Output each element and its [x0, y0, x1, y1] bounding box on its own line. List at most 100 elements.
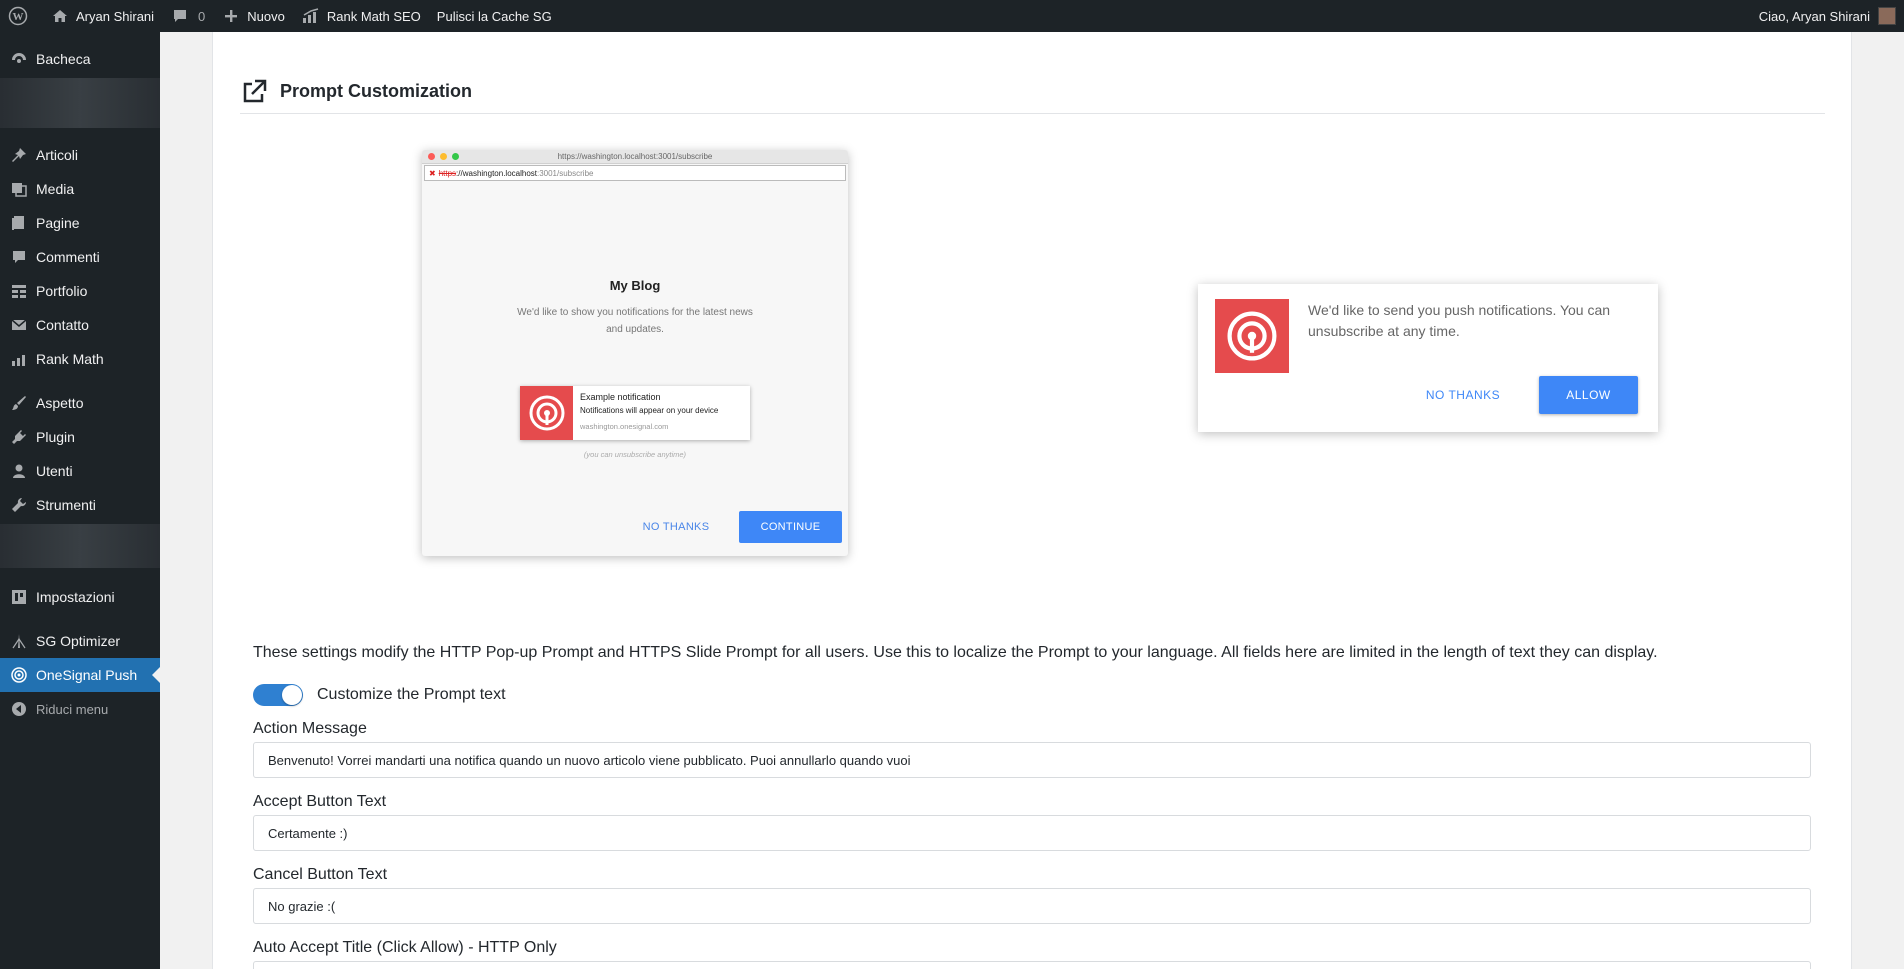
sidebar-item-sg-optimizer[interactable]: SG Optimizer [0, 624, 160, 658]
onesignal-logo-icon [1215, 299, 1289, 373]
notification-title: Example notification [580, 392, 661, 402]
dashboard-icon [9, 49, 29, 69]
comments-count: 0 [198, 8, 206, 24]
sidebar-item-rank-math[interactable]: Rank Math [0, 342, 160, 376]
preview-no-thanks-button: NO THANKS [642, 521, 710, 533]
url-path: :3001/subscribe [536, 168, 594, 178]
sidebar-item-label: SG Optimizer [36, 633, 121, 649]
sidebar-item-aspetto[interactable]: Aspetto [0, 386, 160, 420]
toggle-label: Customize the Prompt text [317, 686, 506, 703]
sidebar-item-contatto[interactable]: Contatto [0, 308, 160, 342]
sidebar-item-label: Commenti [36, 249, 100, 265]
prompt-site-heading: My Blog [609, 278, 661, 293]
comment-bubble-icon [170, 6, 190, 26]
sidebar-item-onesignal-push[interactable]: OneSignal Push [0, 658, 160, 692]
https-slide-prompt-preview: We'd like to send you push notifications… [1198, 284, 1658, 432]
section-header: Prompt Customization [240, 70, 1825, 114]
sidebar-item-label: Impostazioni [36, 589, 115, 605]
wordpress-logo-button[interactable]: W [0, 0, 42, 32]
sidebar-item-label: OneSignal Push [36, 667, 138, 683]
sidebar-item-label: Aspetto [36, 395, 84, 411]
sidebar-item-label: Rank Math [36, 351, 104, 367]
greeting: Ciao, Aryan Shirani [1758, 8, 1870, 24]
rank-math-icon [301, 6, 321, 26]
plus-icon [221, 6, 241, 26]
purge-cache-label: Pulisci la Cache SG [436, 8, 552, 24]
sidebar-item-impostazioni[interactable]: Impostazioni [0, 580, 160, 614]
url-host: ://washington.localhost [456, 168, 537, 178]
sidebar-item-pagine[interactable]: Pagine [0, 206, 160, 240]
mail-icon [9, 315, 29, 335]
action-message-label: Action Message [253, 720, 367, 737]
media-icon [9, 179, 29, 199]
url-scheme: https [438, 168, 457, 178]
prompt-description: We'd like to show you notifications for … [517, 307, 753, 335]
new-label: Nuovo [247, 8, 285, 24]
sidebar-item-plugin[interactable]: Plugin [0, 420, 160, 454]
sidebar-item-label: Riduci menu [36, 701, 109, 717]
auto-accept-title-input[interactable] [253, 961, 1811, 969]
sidebar-item-utenti[interactable]: Utenti [0, 454, 160, 488]
settings-panel: Prompt Customization https://washington.… [212, 32, 1852, 969]
sidebar-item-label: Utenti [36, 463, 73, 479]
sidebar-item-strumenti[interactable]: Strumenti [0, 488, 160, 522]
slide-prompt-message: We'd like to send you push notifications… [1308, 302, 1611, 339]
notification-site: washington.onesignal.com [580, 422, 669, 431]
sidebar-item-commenti[interactable]: Commenti [0, 240, 160, 274]
collapse-menu-button[interactable]: Riduci menu [0, 692, 160, 726]
accept-button-text-input[interactable] [253, 815, 1811, 851]
accept-button-text-label: Accept Button Text [253, 793, 387, 810]
site-name: Aryan Shirani [76, 8, 155, 24]
sidebar-item-label: Media [36, 181, 75, 197]
settings-description: These settings modify the HTTP Pop-up Pr… [253, 644, 1658, 661]
page-icon [9, 213, 29, 233]
onesignal-logo-icon [520, 386, 573, 440]
site-name-link[interactable]: Aryan Shirani [42, 0, 162, 32]
unsubscribe-note: (you can unsubscribe anytime) [583, 450, 687, 459]
sidebar-item-label: Articoli [36, 147, 79, 163]
purge-cache-link[interactable]: Pulisci la Cache SG [429, 0, 560, 32]
external-link-icon [240, 78, 268, 106]
browser-titlebar: https://washington.localhost:3001/subscr… [422, 150, 848, 164]
customize-prompt-toggle[interactable] [253, 684, 303, 706]
insecure-lock-icon: ✖ [429, 168, 436, 178]
chart-icon [9, 349, 29, 369]
slide-allow-button: ALLOW [1539, 376, 1638, 414]
rank-math-link[interactable]: Rank Math SEO [293, 0, 429, 32]
sidebar-item-articoli[interactable]: Articoli [0, 138, 160, 172]
sidebar-item-label: Bacheca [36, 51, 91, 67]
action-message-input[interactable] [253, 742, 1811, 778]
section-title: Prompt Customization [280, 81, 472, 101]
main-content: Prompt Customization https://washington.… [160, 32, 1904, 969]
preview-continue-button: CONTINUE [739, 511, 842, 543]
admin-bar: W Aryan Shirani 0 Nuovo Rank Math SEO Pu… [0, 0, 1904, 32]
sidebar-item-portfolio[interactable]: Portfolio [0, 274, 160, 308]
comments-link[interactable]: 0 [162, 0, 213, 32]
new-content-link[interactable]: Nuovo [213, 0, 293, 32]
customize-toggle-row: Customize the Prompt text [253, 684, 506, 706]
collapse-icon [9, 699, 29, 719]
cancel-button-text-label: Cancel Button Text [253, 866, 388, 883]
sidebar-item-label: Contatto [36, 317, 89, 333]
onesignal-icon [9, 665, 29, 685]
sg-icon [9, 631, 29, 651]
toggle-knob [282, 685, 302, 705]
example-notification: Example notification Notifications will … [520, 386, 750, 440]
sidebar-item-label: Portfolio [36, 283, 88, 299]
user-icon [9, 461, 29, 481]
notification-text: Example notification Notifications will … [573, 386, 725, 440]
brush-icon [9, 393, 29, 413]
sidebar-item-media[interactable]: Media [0, 172, 160, 206]
sidebar-item-label: Strumenti [36, 497, 96, 513]
blurred-menu-section [0, 78, 160, 128]
my-account[interactable]: Ciao, Aryan Shirani [1759, 0, 1904, 32]
avatar [1878, 7, 1896, 25]
grid-icon [9, 281, 29, 301]
wrench-icon [9, 495, 29, 515]
cancel-button-text-input[interactable] [253, 888, 1811, 924]
rank-math-label: Rank Math SEO [326, 8, 421, 24]
slide-no-thanks-button: NO THANKS [1425, 388, 1501, 402]
sidebar-item-bacheca[interactable]: Bacheca [0, 42, 160, 76]
sidebar-item-label: Plugin [36, 429, 75, 445]
admin-sidebar: Bacheca Articoli Media Pagine Commenti P… [0, 32, 160, 969]
